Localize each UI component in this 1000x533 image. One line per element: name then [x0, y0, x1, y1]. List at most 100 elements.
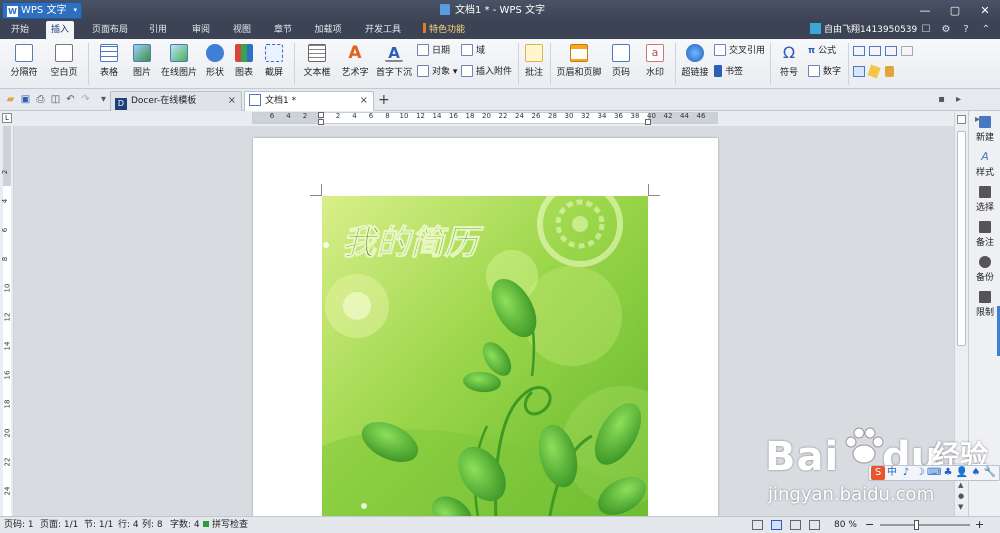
comment-button[interactable]: 批注: [522, 44, 546, 78]
skin-icon[interactable]: ☐: [916, 21, 936, 39]
form-icon[interactable]: [901, 46, 913, 56]
shapes-button[interactable]: 形状: [201, 44, 229, 78]
textbox-button[interactable]: 文本框: [299, 44, 335, 78]
date-button[interactable]: 日期: [417, 44, 450, 58]
close-tab-icon[interactable]: ×: [228, 92, 236, 110]
close-button[interactable]: ✕: [970, 0, 1000, 21]
full-screen-view-icon[interactable]: [752, 520, 763, 530]
online-picture-button[interactable]: 在线图片: [160, 44, 198, 78]
status-col[interactable]: 列: 8: [142, 517, 163, 533]
ime-user-icon[interactable]: 👤: [955, 466, 969, 480]
tab-chapter[interactable]: 章节: [267, 21, 299, 39]
undo-icon[interactable]: ↶: [64, 93, 77, 106]
tab-list-icon[interactable]: ▪: [935, 93, 948, 106]
object-button[interactable]: 对象 ▾: [417, 65, 457, 79]
tab-docer-templates[interactable]: D Docer-在线模板 ×: [110, 91, 242, 111]
tab-menu-icon[interactable]: ▸: [952, 93, 965, 106]
task-select-button[interactable]: 选择: [969, 186, 1000, 213]
maximize-button[interactable]: ▢: [940, 0, 970, 21]
tab-page-layout[interactable]: 页面布局: [86, 21, 134, 39]
ime-skin-icon[interactable]: ♣: [941, 466, 955, 480]
tab-review[interactable]: 审阅: [185, 21, 217, 39]
hyperlink-button[interactable]: 超链接: [680, 44, 710, 78]
document-page[interactable]: 我的简历: [253, 138, 718, 516]
formula-button[interactable]: π 公式: [808, 44, 836, 58]
split-view-icon[interactable]: [957, 115, 966, 124]
new-tab-icon[interactable]: +: [378, 92, 390, 108]
zoom-level[interactable]: 80 %: [834, 517, 857, 533]
ime-chinese-mode[interactable]: 中: [885, 466, 899, 480]
ime-keyboard-icon[interactable]: ⌨: [927, 466, 941, 480]
cross-reference-button[interactable]: 交叉引用: [714, 44, 765, 58]
textbox-small-icon[interactable]: [853, 46, 865, 56]
zoom-slider-handle[interactable]: [913, 520, 919, 530]
ime-voice-icon[interactable]: ♪: [899, 466, 913, 480]
page-break-button[interactable]: 分隔符: [4, 44, 44, 78]
page-number-button[interactable]: 页码: [606, 44, 636, 78]
scrollbar-thumb[interactable]: [957, 131, 966, 346]
web-view-icon[interactable]: [809, 520, 820, 530]
print-preview-icon[interactable]: ◫: [49, 93, 62, 106]
customize-toolbar-icon[interactable]: ▾: [97, 93, 110, 106]
first-line-indent-marker[interactable]: [318, 112, 324, 118]
bookmark-button[interactable]: 书签: [714, 65, 743, 79]
resume-cover-image[interactable]: 我的简历: [322, 196, 648, 516]
status-word-count[interactable]: 字数: 4: [170, 517, 200, 533]
minimize-ribbon-icon[interactable]: ⌃: [976, 21, 996, 39]
page-view-icon[interactable]: [771, 520, 782, 530]
symbol-button[interactable]: Ω 符号: [774, 44, 804, 79]
tab-special-features[interactable]: 特色功能: [418, 21, 470, 39]
open-folder-icon[interactable]: ▰: [4, 93, 17, 106]
print-icon[interactable]: ⎙: [34, 93, 47, 106]
tab-references[interactable]: 引用: [142, 21, 174, 39]
status-section[interactable]: 节: 1/1: [84, 517, 113, 533]
blank-page-button[interactable]: 空白页: [46, 44, 82, 78]
checkbox-icon[interactable]: [869, 46, 881, 56]
tab-stop-selector[interactable]: L: [2, 113, 12, 123]
task-restrict-button[interactable]: 限制: [969, 291, 1000, 318]
minimize-button[interactable]: —: [910, 0, 940, 21]
tab-home[interactable]: 开始: [4, 21, 36, 39]
status-page[interactable]: 页码: 1: [4, 517, 34, 533]
combo-icon[interactable]: [885, 46, 897, 56]
tab-developer[interactable]: 开发工具: [360, 21, 406, 39]
zoom-in-icon[interactable]: +: [975, 517, 984, 533]
ime-tools-icon[interactable]: ♠: [969, 466, 983, 480]
tab-view[interactable]: 视图: [226, 21, 258, 39]
spell-check-toggle[interactable]: 拼写检查: [203, 517, 248, 533]
left-indent-marker[interactable]: [318, 119, 324, 125]
ime-punctuation-icon[interactable]: ☽: [913, 466, 927, 480]
table-button[interactable]: 表格: [94, 44, 124, 78]
document-part-icon[interactable]: [853, 66, 865, 77]
lock-icon[interactable]: [885, 66, 894, 77]
outline-view-icon[interactable]: [790, 520, 801, 530]
tab-document1[interactable]: 文档1 * ×: [244, 91, 374, 111]
settings-icon[interactable]: ⚙: [936, 21, 956, 39]
number-button[interactable]: 数字: [808, 65, 841, 79]
close-tab-icon[interactable]: ×: [360, 92, 368, 110]
task-style-button[interactable]: A 样式: [969, 151, 1000, 179]
task-note-button[interactable]: 备注: [969, 221, 1000, 248]
save-icon[interactable]: ▣: [19, 93, 32, 106]
tab-insert[interactable]: 插入: [46, 21, 74, 39]
screenshot-button[interactable]: 截屏: [259, 44, 289, 78]
status-row[interactable]: 行: 4: [118, 517, 139, 533]
right-indent-marker[interactable]: [645, 119, 651, 125]
user-account[interactable]: 自由飞翔1413950539: [810, 21, 917, 39]
help-icon[interactable]: ?: [956, 21, 976, 39]
chart-button[interactable]: 图表: [232, 44, 256, 78]
tab-addins[interactable]: 加载项: [310, 21, 346, 39]
task-new-button[interactable]: 新建: [969, 116, 1000, 143]
attachment-button[interactable]: 插入附件: [461, 65, 512, 79]
zoom-slider-track[interactable]: [880, 524, 970, 526]
picture-button[interactable]: 图片: [128, 44, 156, 78]
dropcap-button[interactable]: A 首字下沉: [374, 44, 414, 78]
zoom-out-icon[interactable]: −: [865, 517, 874, 533]
task-backup-button[interactable]: 备份: [969, 256, 1000, 283]
watermark-button[interactable]: a 水印: [640, 44, 670, 78]
sogou-ime-icon[interactable]: S: [871, 466, 885, 480]
redo-icon[interactable]: ↷: [79, 93, 92, 106]
wps-app-menu-button[interactable]: W WPS 文字 ▾: [2, 2, 82, 19]
ime-settings-icon[interactable]: 🔧: [983, 466, 997, 480]
header-footer-button[interactable]: 页眉和页脚: [556, 44, 602, 78]
